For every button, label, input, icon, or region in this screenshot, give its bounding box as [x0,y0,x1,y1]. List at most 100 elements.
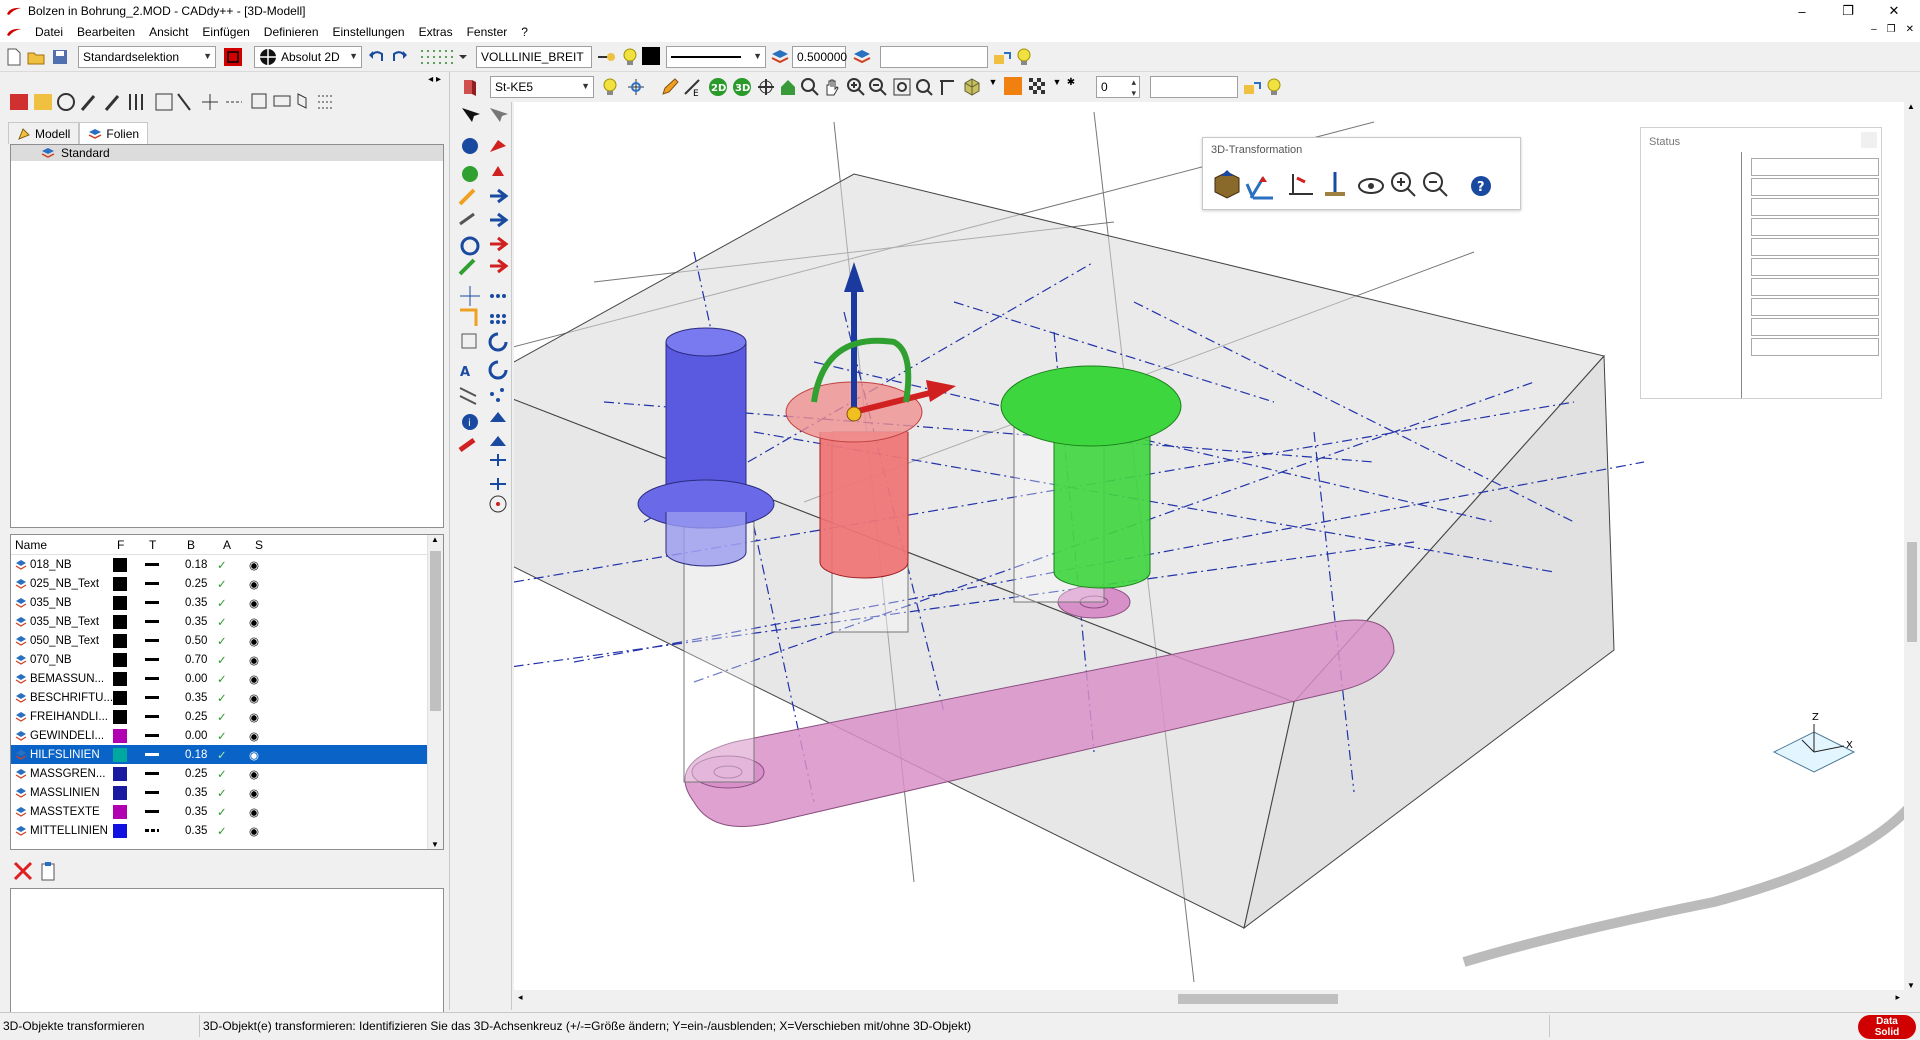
layer-row[interactable]: MASSLINIEN 0.35 ✓ ◉ [11,783,443,802]
layer-visibility-eye-icon[interactable]: ◉ [249,634,259,648]
v-scroll-down-icon[interactable]: ▼ [1907,981,1915,990]
layer-row[interactable]: MASSTEXTE 0.35 ✓ ◉ [11,802,443,821]
viewport-vscrollbar[interactable]: ▲ ▼ [1904,102,1920,990]
selection-mode-select[interactable]: Standardselektion ▼ [78,46,216,68]
mdi-minimize-button[interactable]: – [1871,24,1877,35]
menu-bearbeiten[interactable]: Bearbeiten [70,25,142,39]
layer-row[interactable]: FREIHANDLI... 0.25 ✓ ◉ [11,707,443,726]
layer-visibility-eye-icon[interactable]: ◉ [249,672,259,686]
minimize-button[interactable]: – [1782,0,1822,22]
pick-point-button[interactable] [626,77,646,97]
layer-active-check-icon[interactable]: ✓ [217,634,227,648]
material-lamp-button[interactable] [600,77,620,97]
layer-color-swatch[interactable] [113,709,127,724]
layer-pick-button[interactable] [992,47,1012,67]
view-name-field[interactable] [1150,76,1238,98]
layer-visibility-eye-icon[interactable]: ◉ [249,596,259,610]
count-spinner[interactable]: 0 ▴ ▾ [1096,76,1140,98]
layer-color-swatch[interactable] [113,595,127,610]
delete-cross-icon[interactable] [12,860,34,882]
layer-color-swatch[interactable] [113,557,127,572]
layer-color-swatch[interactable] [113,576,127,591]
menu-einfuegen[interactable]: Einfügen [195,25,256,39]
layer-active-check-icon[interactable]: ✓ [217,577,227,591]
layer-linetype-preview[interactable] [145,601,159,604]
orbit-button[interactable] [756,77,776,97]
green-bolt-shaft[interactable] [1053,432,1151,589]
layer-visibility-eye-icon[interactable]: ◉ [249,710,259,724]
line-width-field[interactable]: 0.500000 [792,46,847,68]
panel-pin-controls[interactable]: ◂ ▸ [428,74,441,85]
layer-linetype-preview[interactable] [145,715,159,718]
v-scroll-thumb[interactable] [1907,542,1917,642]
col-t[interactable]: T [149,538,156,552]
transform-tool-icons[interactable]: ? [1211,168,1511,202]
layer-linetype-preview[interactable] [145,563,159,566]
layer-toolbar-icons[interactable] [6,90,342,114]
edge-button[interactable]: E [682,77,702,97]
layer-active-check-icon[interactable]: ✓ [217,729,227,743]
selection-filter-button[interactable] [218,46,248,68]
col-a[interactable]: A [223,538,231,552]
layer-visibility-eye-icon[interactable]: ◉ [249,805,259,819]
layer-row[interactable]: 018_NB 0.18 ✓ ◉ [11,555,443,574]
zoom-out-button[interactable] [868,77,888,97]
status-panel-close-button[interactable] [1861,132,1877,148]
layer-row[interactable]: MITTELLINIEN 0.35 ✓ ◉ [11,821,443,840]
layer-visibility-eye-icon[interactable]: ◉ [249,767,259,781]
scroll-up-icon[interactable]: ▲ [431,535,439,544]
layer-color-swatch[interactable] [113,804,127,819]
menu-help[interactable]: ? [514,25,535,39]
menu-datei[interactable]: Datei [28,25,70,39]
undo-button[interactable] [366,47,386,67]
layer-field[interactable] [880,46,988,68]
layer-linetype-preview[interactable] [145,772,159,775]
tab-folien[interactable]: Folien [79,122,149,144]
pan-button[interactable] [822,77,842,97]
layer-linetype-preview[interactable] [145,696,159,699]
view-plane-button[interactable] [938,77,958,97]
mdi-close-button[interactable]: ✕ [1906,24,1914,35]
layer-visibility-eye-icon[interactable]: ◉ [249,577,259,591]
layer-color-swatch[interactable] [113,728,127,743]
layer-row[interactable]: 035_NB_Text 0.35 ✓ ◉ [11,612,443,631]
open-file-button[interactable] [26,47,46,67]
shading-button[interactable] [962,77,982,97]
mdi-restore-button[interactable]: ❐ [1887,24,1896,35]
line-style-select[interactable]: ▼ [666,46,766,68]
transparency-button[interactable] [1028,77,1048,97]
h-scroll-right-icon[interactable]: ▸ [1895,992,1900,1003]
layer-active-check-icon[interactable]: ✓ [217,710,227,724]
scroll-thumb[interactable] [430,551,441,711]
layer-row[interactable]: HILFSLINIEN 0.18 ✓ ◉ [11,745,443,764]
layer-visibility-eye-icon[interactable]: ◉ [249,824,259,838]
shading-dropdown[interactable]: ▼ [986,77,1000,87]
layer-row[interactable]: 025_NB_Text 0.25 ✓ ◉ [11,574,443,593]
tool-palette-icons[interactable]: A i [456,104,510,564]
scroll-down-icon[interactable]: ▼ [431,840,439,849]
h-scroll-left-icon[interactable]: ◂ [518,992,523,1003]
menu-definieren[interactable]: Definieren [257,25,326,39]
layer-active-check-icon[interactable]: ✓ [217,615,227,629]
view-3d-button[interactable]: 3D [732,77,752,97]
view-pick-button[interactable] [1242,77,1262,97]
layer-lamp-button[interactable] [1014,47,1034,67]
layer-color-swatch[interactable] [113,766,127,781]
layer-linetype-preview[interactable] [145,658,159,661]
layer-active-check-icon[interactable]: ✓ [217,748,227,762]
layer-visibility-eye-icon[interactable]: ◉ [249,691,259,705]
layer-color-swatch[interactable] [113,785,127,800]
color-button[interactable] [642,47,660,65]
layer-row[interactable]: GEWINDELI... 0.00 ✓ ◉ [11,726,443,745]
layer-visibility-eye-icon[interactable]: ◉ [249,615,259,629]
menu-ansicht[interactable]: Ansicht [142,25,195,39]
save-button[interactable] [50,47,70,67]
view-home-button[interactable] [778,77,798,97]
material-select[interactable]: St-KE5 ▼ [490,76,594,98]
col-f[interactable]: F [117,538,124,552]
menu-einstellungen[interactable]: Einstellungen [326,25,412,39]
layer-row[interactable]: BEMASSUN... 0.00 ✓ ◉ [11,669,443,688]
layer-color-swatch[interactable] [113,652,127,667]
edit-3d-button[interactable] [660,77,680,97]
layer-linetype-preview[interactable] [145,639,159,642]
